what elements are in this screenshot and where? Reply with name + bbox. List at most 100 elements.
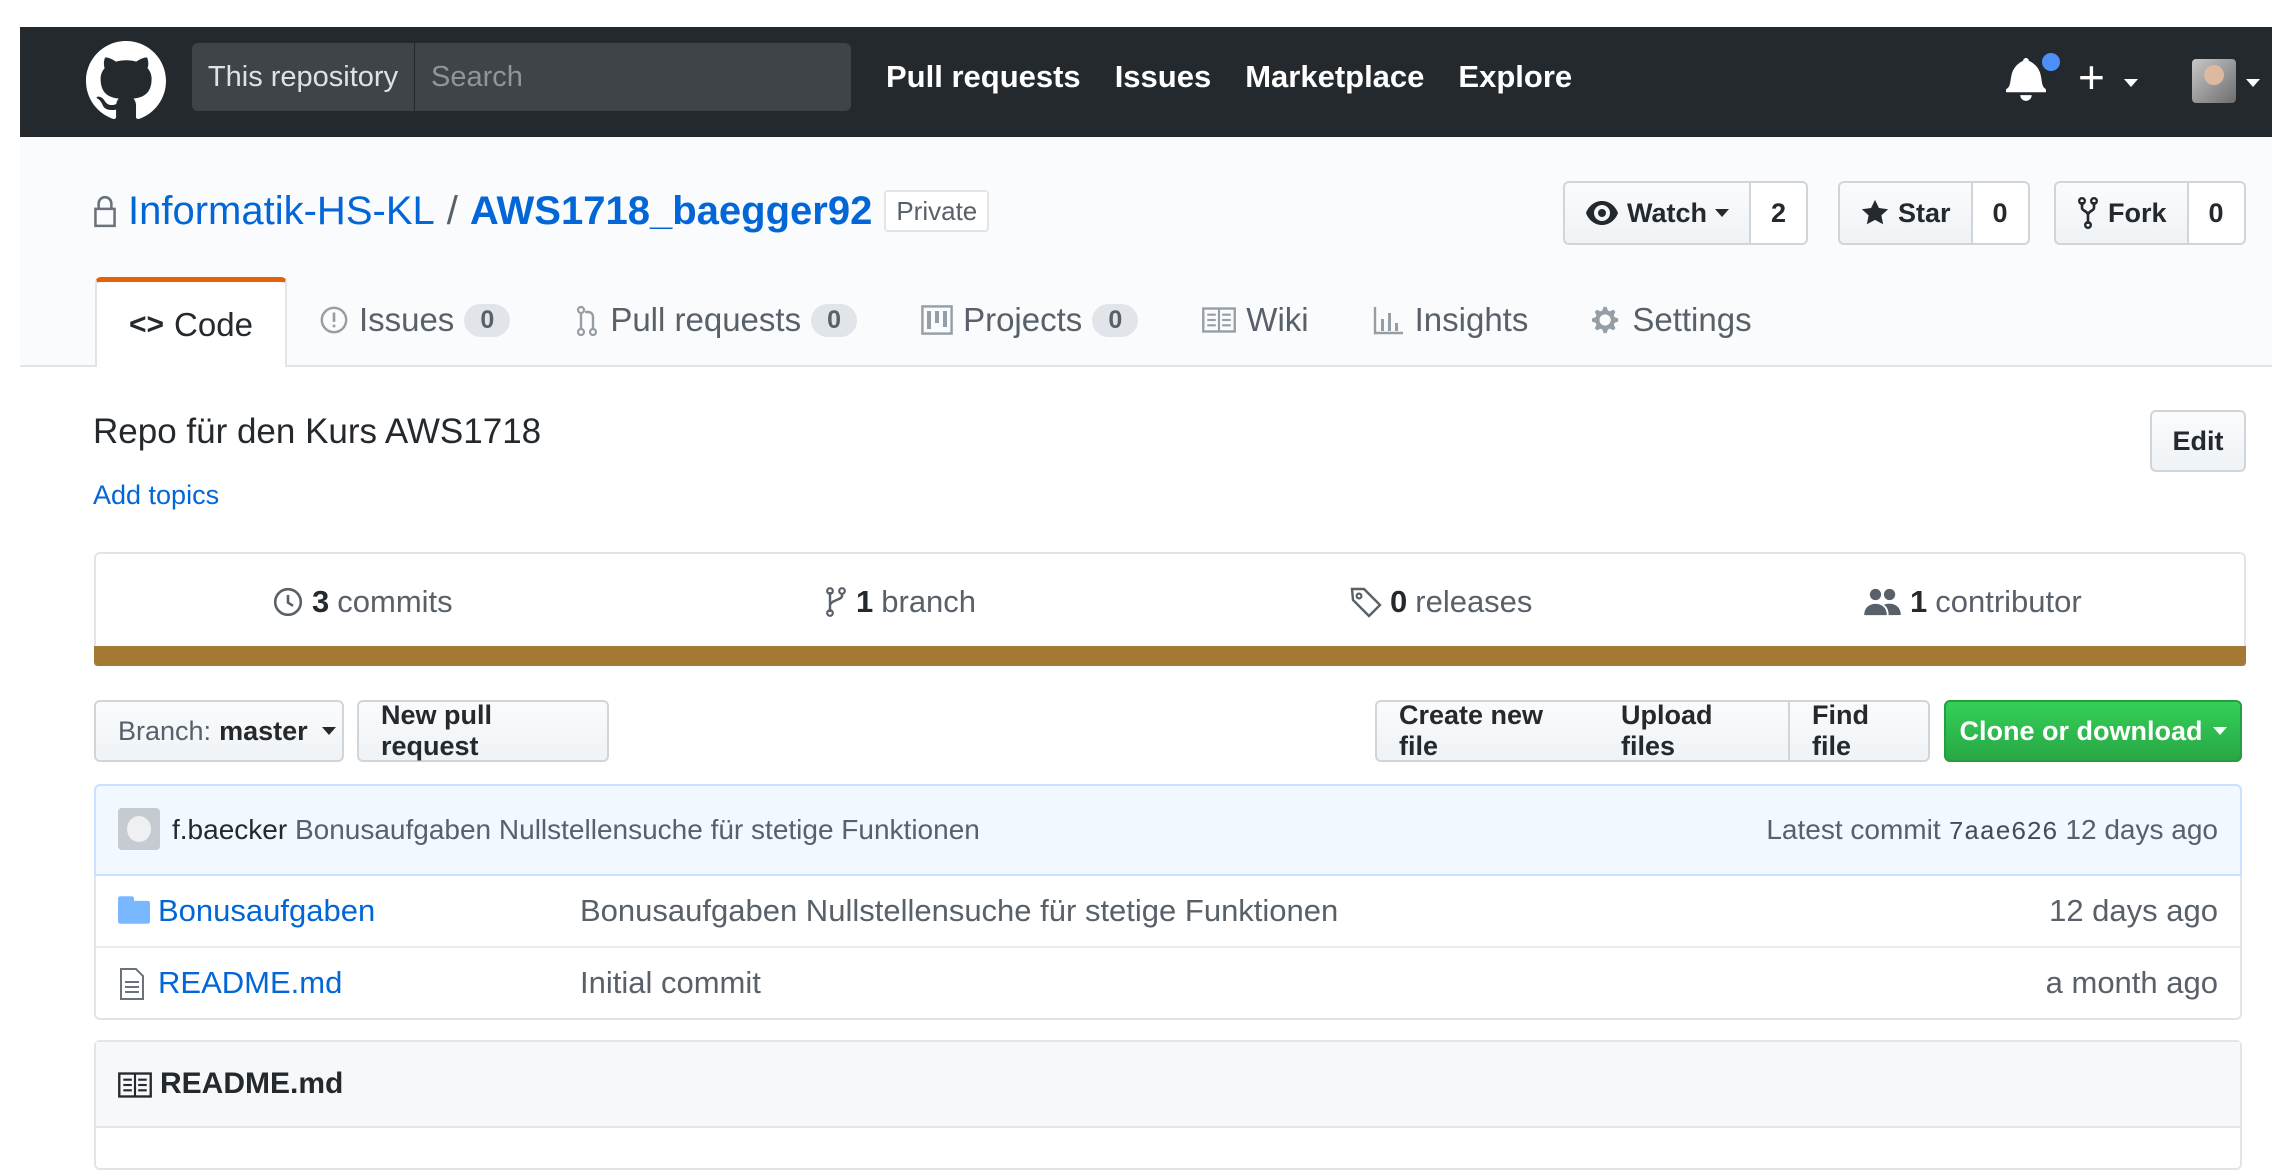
readme-box: README.md xyxy=(94,1040,2242,1170)
readme-header: README.md xyxy=(96,1042,2240,1128)
file-name-link[interactable]: README.md xyxy=(158,948,342,1018)
branch-label: branch xyxy=(881,584,977,619)
watch-count[interactable]: 2 xyxy=(1751,181,1809,245)
nav-issues[interactable]: Issues xyxy=(1115,47,1212,107)
latest-commit-age: 12 days ago xyxy=(2065,814,2218,845)
nav-explore[interactable]: Explore xyxy=(1458,47,1572,107)
private-badge: Private xyxy=(884,190,990,232)
edit-button[interactable]: Edit xyxy=(2150,410,2246,472)
tab-label: Insights xyxy=(1414,301,1529,338)
tab-projects[interactable]: Projects 0 xyxy=(889,277,1170,363)
branches-link[interactable]: 1 branch xyxy=(824,554,976,650)
tab-counter: 0 xyxy=(464,303,511,337)
new-pull-request-button[interactable]: New pull request xyxy=(357,700,609,762)
releases-link[interactable]: 0 releases xyxy=(1350,554,1532,650)
notification-indicator xyxy=(2040,51,2062,73)
commits-count: 3 xyxy=(312,584,330,619)
chevron-down-icon[interactable] xyxy=(2246,79,2260,87)
repo-tabs: <> Code Issues 0 Pull requests 0 Project… xyxy=(95,277,1784,367)
folder-icon xyxy=(118,896,150,924)
star-count[interactable]: 0 xyxy=(1972,181,2030,245)
branch-icon xyxy=(826,587,846,617)
file-icon xyxy=(120,968,144,1000)
search-scope-label: This repository xyxy=(192,43,414,111)
book-icon xyxy=(118,1072,152,1098)
star-group: Star 0 xyxy=(1838,181,2030,245)
list-item: Bonusaufgaben Bonusaufgaben Nullstellens… xyxy=(96,876,2240,946)
file-commit-message-link[interactable]: Initial commit xyxy=(580,948,761,1018)
tab-counter: 0 xyxy=(1092,303,1139,337)
code-icon: <> xyxy=(129,307,165,341)
add-topics-link[interactable]: Add topics xyxy=(93,480,219,511)
releases-label: releases xyxy=(1415,584,1533,619)
fork-group: Fork 0 xyxy=(2054,181,2246,245)
branch-count: 1 xyxy=(856,584,874,619)
nav-pull-requests[interactable]: Pull requests xyxy=(886,47,1081,107)
plus-icon[interactable]: + xyxy=(2078,49,2105,105)
branch-select-button[interactable]: Branch: master xyxy=(94,700,344,762)
repo-separator: / xyxy=(446,189,458,233)
commit-message-link[interactable]: Bonusaufgaben Nullstellensuche für steti… xyxy=(295,814,980,845)
star-icon xyxy=(1861,199,1889,225)
tab-code[interactable]: <> Code xyxy=(95,277,287,367)
tab-counter: 0 xyxy=(811,303,858,337)
nav-marketplace[interactable]: Marketplace xyxy=(1245,47,1424,107)
tab-label: Code xyxy=(174,305,253,343)
latest-commit-prefix: Latest commit xyxy=(1766,814,1941,845)
repo-name-link[interactable]: AWS1718_baegger92 xyxy=(470,183,872,239)
contributors-count: 1 xyxy=(1910,584,1928,619)
star-button[interactable]: Star xyxy=(1838,181,1973,245)
repo-header: Informatik-HS-KL / AWS1718_baegger92 Pri… xyxy=(20,137,2272,367)
github-mark-icon[interactable] xyxy=(86,41,166,121)
file-list: Bonusaufgaben Bonusaufgaben Nullstellens… xyxy=(94,876,2242,1020)
tab-label: Settings xyxy=(1632,301,1752,338)
project-icon xyxy=(921,305,953,335)
language-bar[interactable] xyxy=(94,646,2246,666)
fork-count[interactable]: 0 xyxy=(2188,181,2246,245)
upload-files-button[interactable]: Upload files xyxy=(1599,700,1790,762)
fork-label: Fork xyxy=(2108,197,2167,228)
chevron-down-icon[interactable] xyxy=(2124,79,2138,87)
graph-icon xyxy=(1373,307,1403,335)
repo-description: Repo für den Kurs AWS1718 xyxy=(93,412,542,451)
chevron-down-icon xyxy=(321,727,336,735)
find-file-button[interactable]: Find file xyxy=(1788,700,1930,762)
create-new-file-button[interactable]: Create new file xyxy=(1375,700,1601,762)
file-age: 12 days ago xyxy=(2049,893,2218,928)
tab-label: Projects xyxy=(963,301,1083,338)
tab-label: Pull requests xyxy=(610,301,802,338)
releases-count: 0 xyxy=(1390,584,1408,619)
file-age: a month ago xyxy=(2045,965,2218,1000)
avatar[interactable] xyxy=(118,808,160,850)
latest-commit-text: f.baecker Bonusaufgaben Nullstellensuche… xyxy=(172,786,980,874)
avatar[interactable] xyxy=(2192,59,2236,103)
search-input[interactable] xyxy=(415,43,851,111)
tab-issues[interactable]: Issues 0 xyxy=(287,277,542,363)
readme-title: README.md xyxy=(160,1067,344,1100)
contributors-link[interactable]: 1 contributor xyxy=(1864,554,2082,650)
history-icon xyxy=(273,587,303,617)
repo-title: Informatik-HS-KL / AWS1718_baegger92 Pri… xyxy=(92,183,990,239)
star-label: Star xyxy=(1898,197,1951,228)
fork-button[interactable]: Fork xyxy=(2054,181,2189,245)
file-name-link[interactable]: Bonusaufgaben xyxy=(158,876,375,946)
watch-button[interactable]: Watch xyxy=(1563,181,1751,245)
eye-icon xyxy=(1586,201,1618,225)
clone-or-download-button[interactable]: Clone or download xyxy=(1944,700,2242,762)
tab-insights[interactable]: Insights xyxy=(1341,277,1561,363)
tab-wiki[interactable]: Wiki xyxy=(1170,277,1340,363)
repo-owner-link[interactable]: Informatik-HS-KL xyxy=(128,183,435,239)
contributors-label: contributor xyxy=(1935,584,2082,619)
commits-link[interactable]: 3 commits xyxy=(272,554,453,650)
commit-sha-link[interactable]: 7aae626 xyxy=(1948,817,2057,847)
clone-label: Clone or download xyxy=(1959,715,2203,746)
file-commit-message-link[interactable]: Bonusaufgaben Nullstellensuche für steti… xyxy=(580,876,1338,946)
commits-label: commits xyxy=(337,584,453,619)
top-nav: Pull requests Issues Marketplace Explore xyxy=(886,47,1572,107)
latest-commit-meta: Latest commit 7aae626 12 days ago xyxy=(1766,786,2218,874)
commit-author-link[interactable]: f.baecker xyxy=(172,814,287,845)
chevron-down-icon xyxy=(2212,727,2227,735)
tab-settings[interactable]: Settings xyxy=(1560,277,1783,363)
lock-icon xyxy=(94,195,116,228)
tab-pull-requests[interactable]: Pull requests 0 xyxy=(542,277,889,363)
